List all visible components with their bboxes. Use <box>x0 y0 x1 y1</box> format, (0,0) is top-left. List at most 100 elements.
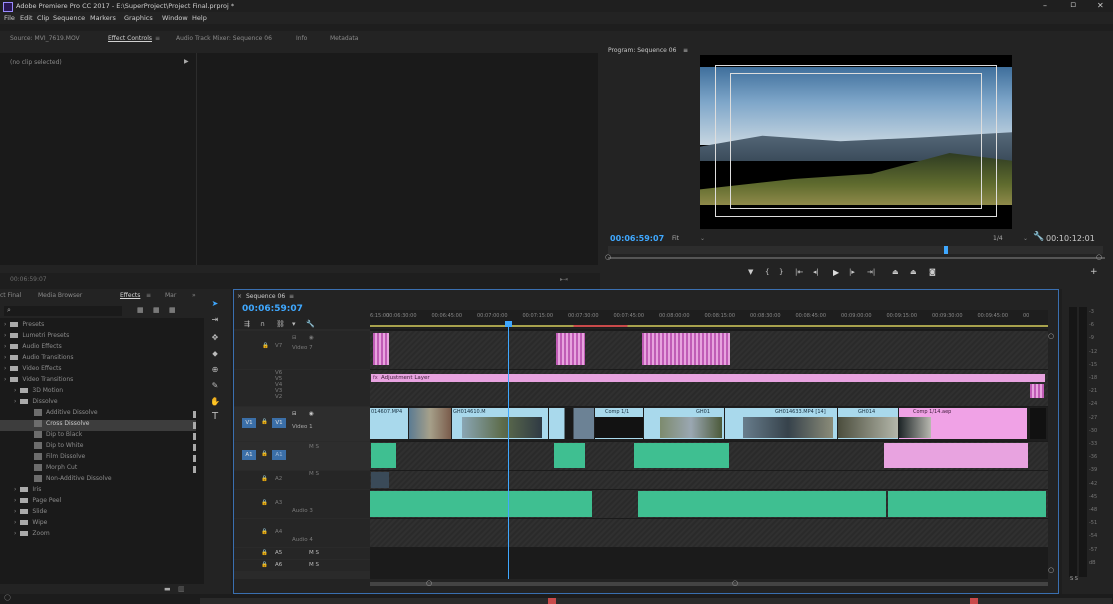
tab-project[interactable]: ct Final <box>0 292 21 299</box>
effects-tree-item[interactable]: › Iris <box>0 486 196 497</box>
time-ruler[interactable]: 6:15:00 00:06:30:00 00:06:45:00 00:07:00:00… <box>370 310 1048 328</box>
menu-help[interactable]: Help <box>192 14 207 22</box>
effects-tree-item[interactable]: Film Dissolve <box>0 453 196 464</box>
video-clip[interactable] <box>1030 408 1046 439</box>
graphic-clip[interactable] <box>1030 384 1044 398</box>
track-lock-icon[interactable]: 🔒 <box>261 419 268 425</box>
track-target-v1[interactable]: V1 <box>272 418 286 428</box>
track-lock-icon[interactable]: 🔒 <box>261 500 268 506</box>
effects-search-input[interactable] <box>4 306 122 316</box>
tab-effects-menu-icon[interactable]: ≡ <box>146 292 151 299</box>
effects-tree-item[interactable]: › Slide <box>0 508 196 519</box>
audio-clip[interactable] <box>370 491 592 517</box>
extract-icon[interactable]: ⏏ <box>910 268 917 276</box>
track-lock-icon[interactable]: 🔒 <box>261 476 268 482</box>
audio-clip[interactable] <box>634 443 729 468</box>
marker-icon[interactable]: ▾ <box>292 320 296 328</box>
effects-tree-item[interactable]: › Page Peel <box>0 497 196 508</box>
work-area-bar[interactable] <box>370 325 1048 327</box>
program-zoom-bar[interactable] <box>608 257 1105 259</box>
camera-icon[interactable]: ◙ <box>929 268 936 276</box>
timeline-settings-icon[interactable]: 🔧 <box>306 320 315 328</box>
linked-selection-icon[interactable]: ⛓ <box>276 320 285 328</box>
fit-dropdown[interactable]: Fit <box>672 235 679 242</box>
effects-tree-item[interactable]: Dip to White <box>0 442 196 453</box>
program-scrub-bar[interactable] <box>608 246 1103 254</box>
chevron-right-icon[interactable]: › <box>14 387 16 394</box>
effects-tree-item[interactable]: › Audio Transitions <box>0 354 196 365</box>
video-clip[interactable] <box>409 408 451 439</box>
timeline-menu-icon[interactable]: ≡ <box>289 293 294 300</box>
tab-menu-icon[interactable]: ≡ <box>155 35 160 42</box>
video-clip[interactable]: GH01 <box>644 408 724 439</box>
track-lock-icon[interactable]: 🔒 <box>261 529 268 535</box>
mute-solo-a2[interactable]: M S <box>309 471 319 477</box>
effects-tree-item[interactable]: Dip to Black <box>0 431 196 442</box>
snap-icon[interactable]: ∩ <box>260 320 265 328</box>
resolution-chevron-icon[interactable]: ⌄ <box>1023 235 1028 242</box>
track-lock-icon[interactable]: 🔒 <box>262 343 269 349</box>
add-marker-icon[interactable]: ▼ <box>748 268 753 276</box>
audio-clip[interactable] <box>884 443 1028 468</box>
video-clip[interactable] <box>549 408 594 439</box>
zoom-handle-right[interactable]: ○ <box>1096 253 1102 261</box>
go-to-in-icon[interactable]: |⇤ <box>795 268 803 276</box>
timeline-horizontal-scrollbar[interactable] <box>370 582 1048 586</box>
menu-sequence[interactable]: Sequence <box>53 14 85 22</box>
effects-tree-item[interactable]: › 3D Motion <box>0 387 196 398</box>
source-patch-v1[interactable]: V1 <box>242 418 256 428</box>
sync-lock-icon[interactable]: ⊟ <box>292 335 297 341</box>
button-editor-plus-icon[interactable]: + <box>1090 267 1098 277</box>
minimize-button[interactable]: – <box>1043 1 1047 10</box>
eye-icon[interactable]: ◉ <box>309 411 314 417</box>
hand-tool-icon[interactable]: ✋ <box>209 397 221 409</box>
play-icon[interactable]: ▶ <box>833 268 839 277</box>
mute-solo-a6[interactable]: M S <box>309 562 319 568</box>
close-button[interactable]: ✕ <box>1097 1 1104 10</box>
audio-clip[interactable] <box>638 491 886 517</box>
program-menu-icon[interactable]: ≡ <box>683 47 688 54</box>
mark-in-icon[interactable]: { <box>765 268 769 276</box>
resolution-dropdown[interactable]: 1/4 <box>993 235 1003 242</box>
graphic-clip[interactable] <box>642 333 730 365</box>
adjustment-layer-clip[interactable]: fx Adjustment Layer <box>371 374 1045 382</box>
effects-tree-item[interactable]: › Audio Effects <box>0 343 196 354</box>
track-select-tool-icon[interactable]: ⇥ <box>209 315 221 327</box>
zoom-handle-left[interactable]: ○ <box>605 253 611 261</box>
track-lock-icon[interactable]: 🔒 <box>261 550 268 556</box>
graphic-clip[interactable] <box>556 333 585 365</box>
effects-tree-item[interactable]: › Dissolve <box>0 398 196 409</box>
mute-solo-a5[interactable]: M S <box>309 550 319 556</box>
ripple-edit-tool-icon[interactable]: ✥ <box>209 333 221 345</box>
tab-markers[interactable]: Mar <box>165 292 176 299</box>
program-playhead[interactable] <box>944 246 948 254</box>
graphic-clip[interactable] <box>373 333 389 365</box>
step-back-icon[interactable]: ◂| <box>813 268 819 276</box>
effects-tree-item[interactable]: Additive Dissolve <box>0 409 196 420</box>
razor-tool-icon[interactable]: ⬥ <box>209 349 221 361</box>
track-lock-icon[interactable]: 🔒 <box>261 451 268 457</box>
effects-tree-item[interactable]: Morph Cut <box>0 464 196 475</box>
nest-icon[interactable]: ⇶ <box>244 320 250 328</box>
program-timecode[interactable]: 00:06:59:07 <box>610 234 664 243</box>
tab-info[interactable]: Info <box>296 35 307 42</box>
chevron-right-icon[interactable]: › <box>14 519 16 526</box>
video-clip[interactable]: GH014 <box>838 408 898 439</box>
effects-tree-item[interactable]: › Wipe <box>0 519 196 530</box>
eye-icon[interactable]: ◉ <box>309 335 314 341</box>
timeline-close-icon[interactable]: × <box>237 293 242 300</box>
track-target-a1[interactable]: A1 <box>272 450 286 460</box>
slip-tool-icon[interactable]: ⊕ <box>209 365 221 377</box>
scroll-handle-left[interactable]: ○ <box>426 579 432 587</box>
accelerated-effects-icon[interactable]: ▦ <box>137 306 144 314</box>
menu-file[interactable]: File <box>4 14 15 22</box>
chevron-right-icon[interactable]: › <box>4 321 6 328</box>
audio-clip[interactable] <box>371 472 389 488</box>
new-bin-icon[interactable]: ▬ <box>164 585 171 593</box>
chevron-right-icon[interactable]: › <box>14 508 16 515</box>
menu-markers[interactable]: Markers <box>90 14 116 22</box>
yuv-effects-icon[interactable]: ▦ <box>169 306 176 314</box>
chevron-right-icon[interactable]: › <box>14 497 16 504</box>
fit-chevron-icon[interactable]: ⌄ <box>700 235 705 242</box>
menu-graphics[interactable]: Graphics <box>124 14 153 22</box>
